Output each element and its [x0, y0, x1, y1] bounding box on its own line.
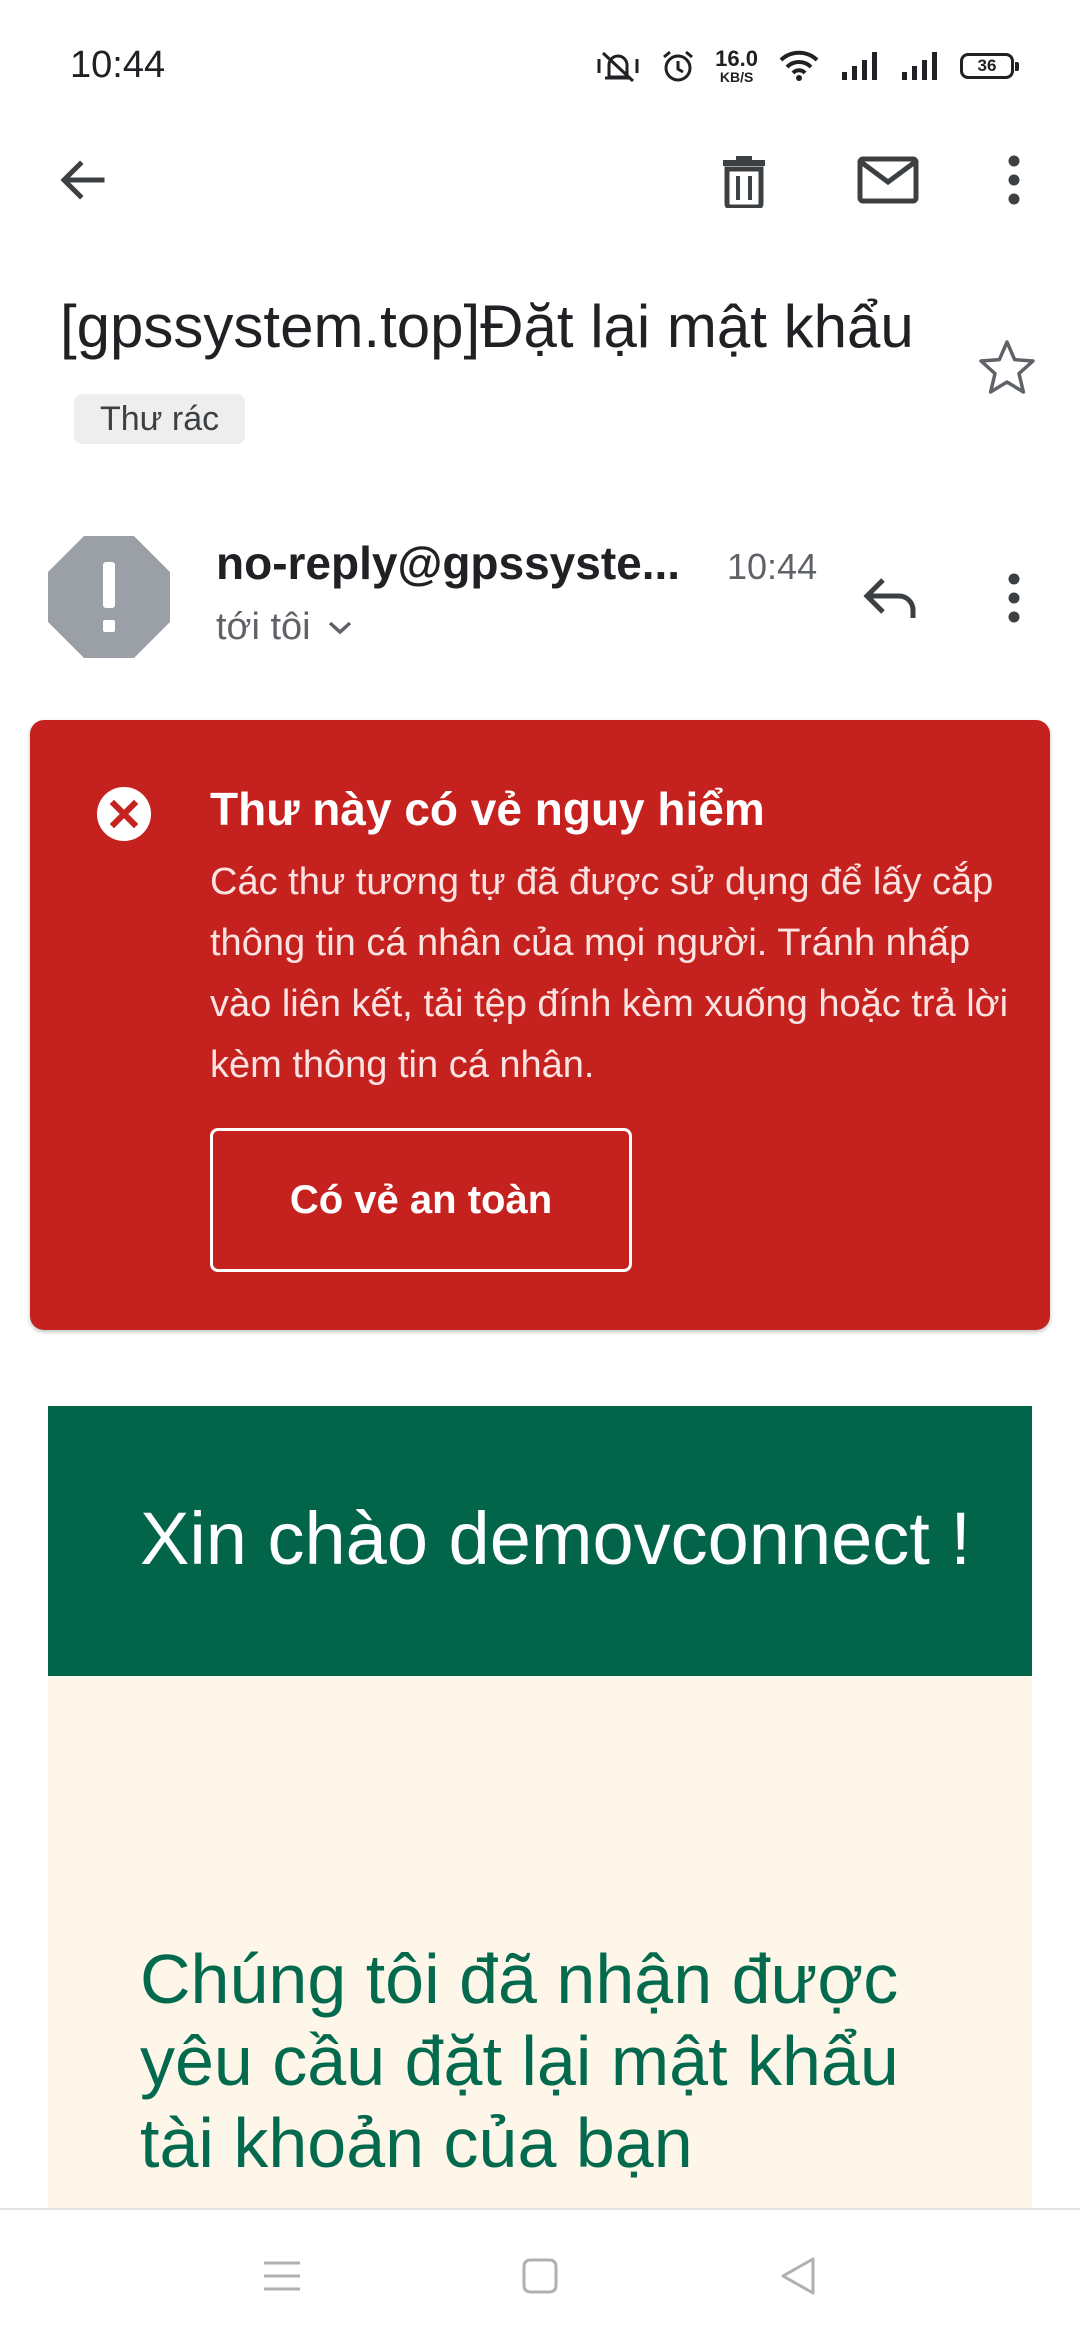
arrow-left-icon — [60, 160, 105, 200]
trash-icon — [723, 156, 765, 208]
system-navigation-bar — [0, 2208, 1080, 2340]
nav-back-button[interactable] — [758, 2236, 838, 2316]
status-time: 10:44 — [70, 44, 166, 86]
mail-icon — [857, 156, 919, 204]
recipient-details-toggle[interactable]: tới tôi — [216, 606, 353, 649]
email-content-area: Chúng tôi đã nhận được yêu cầu đặt lại m… — [48, 1676, 1032, 2236]
spam-label[interactable]: Thư rác — [74, 394, 246, 445]
email-heading: Chúng tôi đã nhận được yêu cầu đặt lại m… — [140, 1940, 899, 2182]
status-icons: 16.0 KB/S 36 — [595, 46, 1019, 86]
nav-home-button[interactable] — [500, 2236, 580, 2316]
battery-icon: 36 — [960, 53, 1019, 79]
wifi-icon — [779, 50, 819, 81]
email-greeting: Xin chào demovconnect ! — [140, 1497, 971, 1580]
network-speed-value: 16.0 — [715, 46, 758, 71]
sender-name[interactable]: no-reply@gpssyste... — [216, 536, 680, 590]
email-time: 10:44 — [727, 546, 818, 587]
recipient-label: tới tôi — [216, 606, 311, 648]
reply-button[interactable] — [850, 558, 930, 638]
email-subject: [gpssystem.top]Đặt lại mật khẩu Thư rác — [60, 280, 960, 468]
chevron-down-icon — [328, 621, 351, 634]
error-circle-icon — [97, 787, 151, 841]
star-icon — [979, 340, 1035, 394]
signal-icon-2 — [902, 52, 937, 80]
warning-octagon-icon — [48, 536, 170, 658]
delete-button[interactable] — [704, 140, 784, 220]
star-button[interactable] — [970, 330, 1044, 404]
toolbar — [0, 130, 1080, 230]
nav-recents-button[interactable] — [242, 2236, 322, 2316]
warning-body: Các thư tương tự đã được sử dụng để lấy … — [210, 861, 1009, 1086]
email-subject-text: [gpssystem.top]Đặt lại mật khẩu — [60, 293, 914, 360]
danger-warning-card: Thư này có vẻ nguy hiểm Các thư tương tự… — [30, 720, 1050, 1330]
more-vertical-icon — [1008, 155, 1020, 205]
vibrate-icon — [597, 51, 639, 83]
status-bar: 10:44 16.0 KB/S 36 — [0, 0, 1080, 130]
square-home-icon — [522, 2258, 558, 2294]
signal-icon-1 — [842, 52, 877, 80]
more-vertical-icon — [1008, 573, 1020, 623]
reply-icon — [863, 578, 916, 618]
email-greeting-banner: Xin chào demovconnect ! — [48, 1406, 1032, 1676]
network-speed: 16.0 KB/S — [715, 46, 758, 85]
more-options-button[interactable] — [974, 140, 1054, 220]
triangle-back-icon — [781, 2257, 815, 2295]
menu-icon — [264, 2261, 300, 2291]
network-speed-unit: KB/S — [719, 69, 754, 85]
mark-unread-button[interactable] — [848, 140, 928, 220]
back-button[interactable] — [42, 140, 122, 220]
message-more-button[interactable] — [974, 558, 1054, 638]
alarm-icon — [663, 50, 694, 82]
looks-safe-button[interactable]: Có vẻ an toàn — [210, 1128, 632, 1272]
warning-title: Thư này có vẻ nguy hiểm — [210, 783, 765, 835]
sender-avatar[interactable] — [48, 536, 170, 658]
